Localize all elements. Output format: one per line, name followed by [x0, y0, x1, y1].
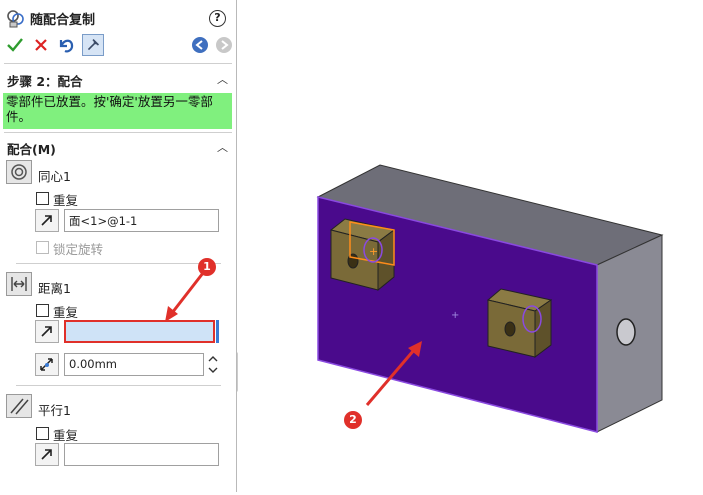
boss-part-2 [486, 288, 553, 358]
boss-part-1: + [329, 218, 396, 292]
callout-badge-1: 1 [198, 258, 216, 276]
property-manager-panel: 随配合复制 ? 步骤 2：配合 ︿ 零部件已放置。按'确定'放置另一零部件。 配… [0, 0, 237, 492]
svg-text:+: + [369, 245, 378, 258]
side-hole [616, 318, 636, 346]
annotation-arrow-1 [165, 272, 205, 322]
graphics-viewport[interactable]: + + 2 [238, 0, 703, 492]
origin-marker: + [451, 310, 459, 321]
callout-badge-2: 2 [344, 411, 362, 429]
model-view[interactable]: + + [238, 0, 703, 492]
